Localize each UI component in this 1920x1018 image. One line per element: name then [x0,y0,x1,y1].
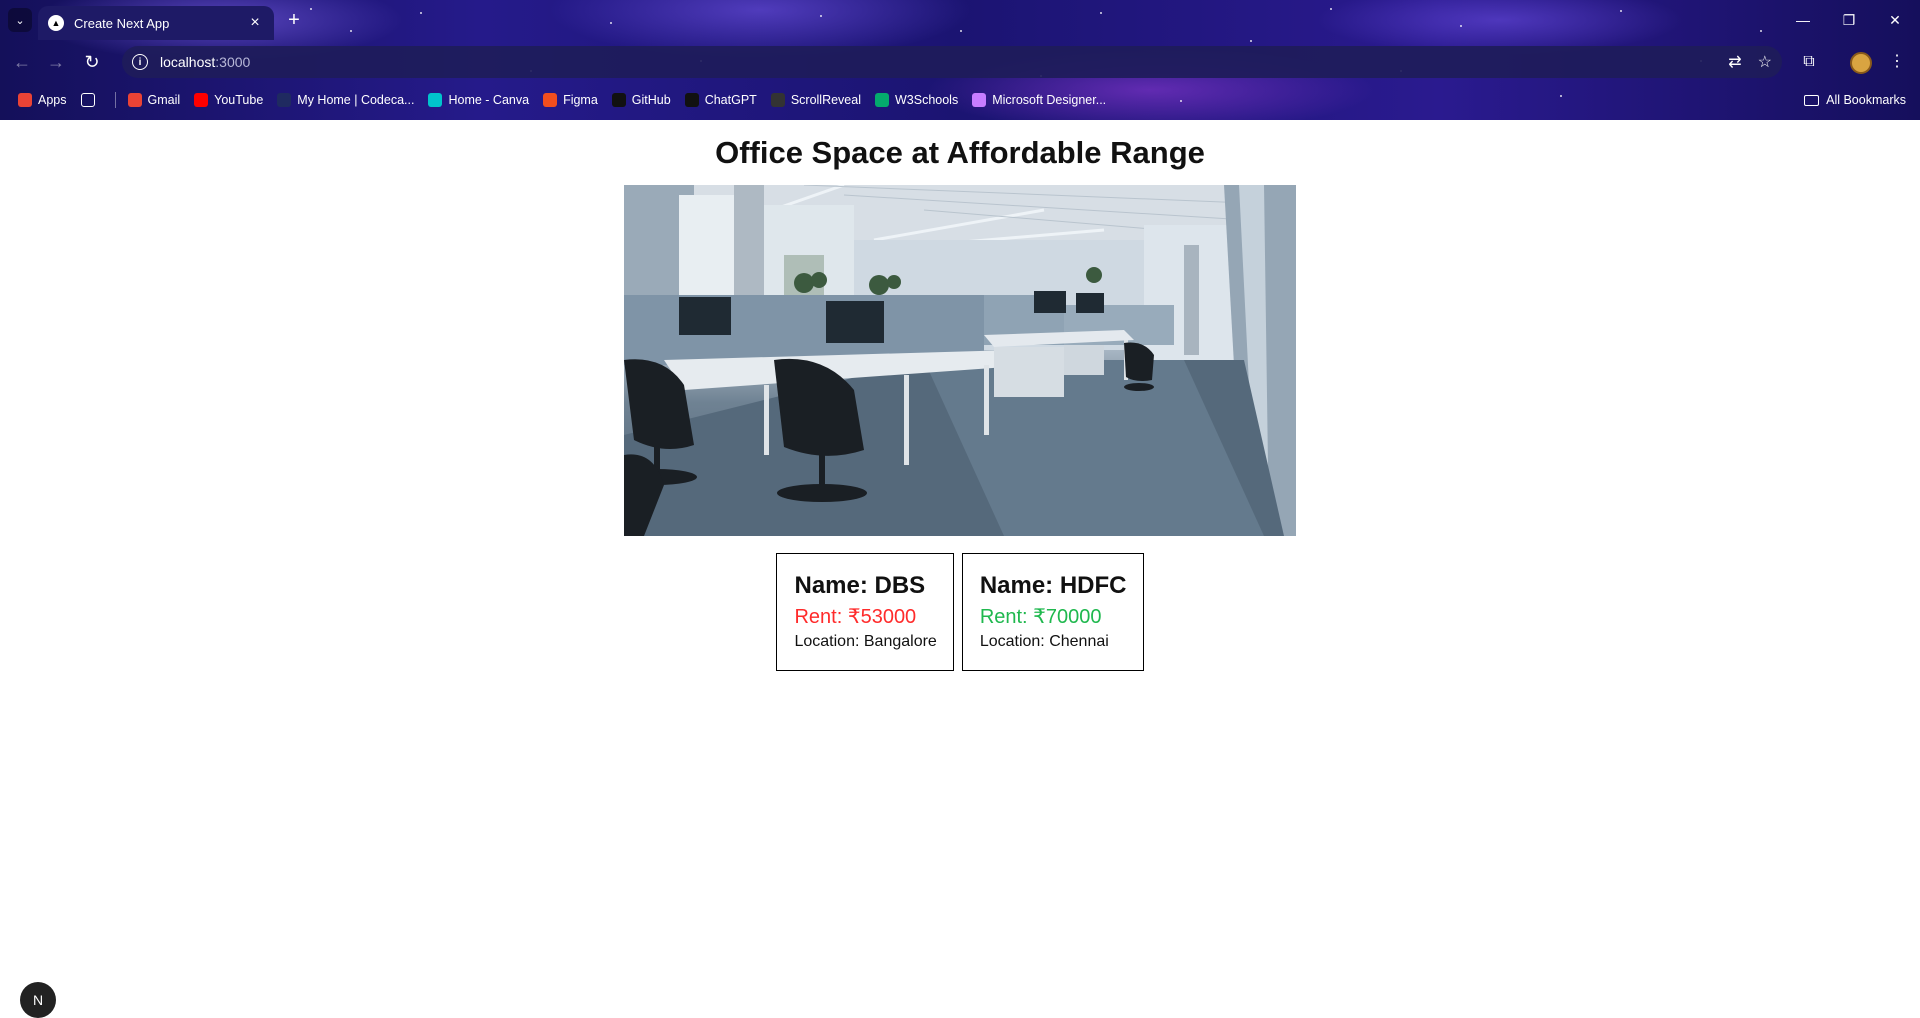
dev-badge-letter: N [32,992,44,1008]
office-rent: Rent: ₹70000 [979,606,1102,628]
bookmark-label: ChatGPT [704,93,757,107]
bookmark-item[interactable]: ScrollReveal [770,93,861,107]
bookmark-item[interactable]: GitHub [611,93,671,107]
chatgpt-icon [684,93,699,107]
bookmarks-separator [114,92,116,108]
url-port: :3000 [215,54,251,70]
restore-button[interactable]: ❐ [1826,4,1872,36]
bookmark-item[interactable]: Microsoft Designer... [972,93,1106,107]
tab-groups-icon [80,93,95,107]
bookmark-label: Gmail [147,93,181,107]
codecademy-icon [277,93,292,107]
url-host: localhost [160,54,216,70]
extensions-icon[interactable]: ⧉ [1794,46,1824,78]
site-info-icon[interactable]: i [132,54,148,70]
bookmark-item[interactable]: My Home | Codeca... [277,93,414,107]
folder-icon [1804,94,1820,106]
tab-title: Create Next App [74,15,170,31]
minimize-button[interactable]: — [1780,4,1826,36]
bookmark-label: Microsoft Designer... [992,93,1107,107]
bookmarks-bar: Apps Gmail YouTube My Home | Codeca... Home … [0,86,1920,114]
office-location: Location: Bangalore [794,633,937,650]
figma-icon [543,93,558,107]
office-card: Name: HDFC Rent: ₹70000 Location: Chennai [961,553,1144,671]
office-cards: Name: DBS Rent: ₹53000 Location: Bangalore… [0,553,1920,671]
canva-icon [428,93,443,107]
forward-button[interactable]: → [40,46,72,78]
office-rent: Rent: ₹53000 [794,606,917,628]
office-card: Name: DBS Rent: ₹53000 Location: Bangalore [776,553,954,671]
office-image [624,185,1296,536]
bookmark-label: ScrollReveal [790,93,861,107]
bookmark-item[interactable]: Home - Canva [428,93,529,107]
all-bookmarks-button[interactable]: All Bookmarks [1804,86,1906,114]
scrollreveal-icon [770,93,785,107]
bookmark-item[interactable]: Apps [18,93,67,107]
toolbar: ← → ↻ i localhost :3000 ⇄ ☆ ⧉ ⋮ [0,44,1920,80]
bookmark-item[interactable]: Figma [543,93,598,107]
bookmark-item[interactable]: ChatGPT [684,93,757,107]
bookmark-label: Figma [563,93,598,107]
page-content: Office Space at Affordable Range Name: D… [0,120,1920,1018]
all-bookmarks-label: All Bookmarks [1826,93,1906,107]
youtube-icon [194,93,209,107]
star-decoration [1250,40,1252,42]
bookmark-label: GitHub [631,93,671,107]
back-button[interactable]: ← [6,46,38,78]
apps-grid-icon [18,93,32,107]
reload-button[interactable]: ↻ [76,46,108,78]
bookmark-item[interactable] [80,93,101,107]
bookmark-label: W3Schools [894,93,959,107]
tab-active[interactable]: ▲ Create Next App × [38,6,274,40]
bookmark-label: Apps [38,93,67,107]
nextjs-favicon-icon: ▲ [48,15,64,31]
designer-icon [972,93,987,107]
office-location: Location: Chennai [979,633,1109,650]
bookmark-item[interactable]: W3Schools [874,93,959,107]
chevron-down-icon: ⌄ [15,14,25,27]
close-window-button[interactable]: ✕ [1872,4,1918,36]
tab-search-button[interactable]: ⌄ [8,8,32,32]
bookmark-label: Home - Canva [448,93,530,107]
profile-avatar[interactable] [1850,52,1872,74]
bookmark-star-icon[interactable]: ☆ [1758,52,1772,72]
address-bar[interactable]: i localhost :3000 ⇄ ☆ [122,46,1782,78]
office-name: Name: DBS [794,572,926,599]
office-photo-illustration [624,185,1296,536]
new-tab-button[interactable]: + [282,8,306,32]
bookmark-label: My Home | Codeca... [297,93,415,107]
bookmark-label: YouTube [214,93,264,107]
browser-chrome: ⌄ ▲ Create Next App × + — ❐ ✕ ← → ↻ i lo… [0,0,1920,120]
page-title: Office Space at Affordable Range [715,135,1205,170]
tab-strip: ⌄ ▲ Create Next App × + — ❐ ✕ [0,0,1920,40]
bookmark-item[interactable]: Gmail [127,93,181,107]
translate-icon[interactable]: ⇄ [1728,52,1741,72]
w3schools-icon [874,93,889,107]
office-name: Name: HDFC [979,572,1127,599]
menu-kebab-icon[interactable]: ⋮ [1882,46,1912,78]
bookmark-item[interactable]: YouTube [194,93,263,107]
gmail-icon [127,93,142,107]
github-icon [611,93,626,107]
close-tab-icon[interactable]: × [246,14,264,32]
